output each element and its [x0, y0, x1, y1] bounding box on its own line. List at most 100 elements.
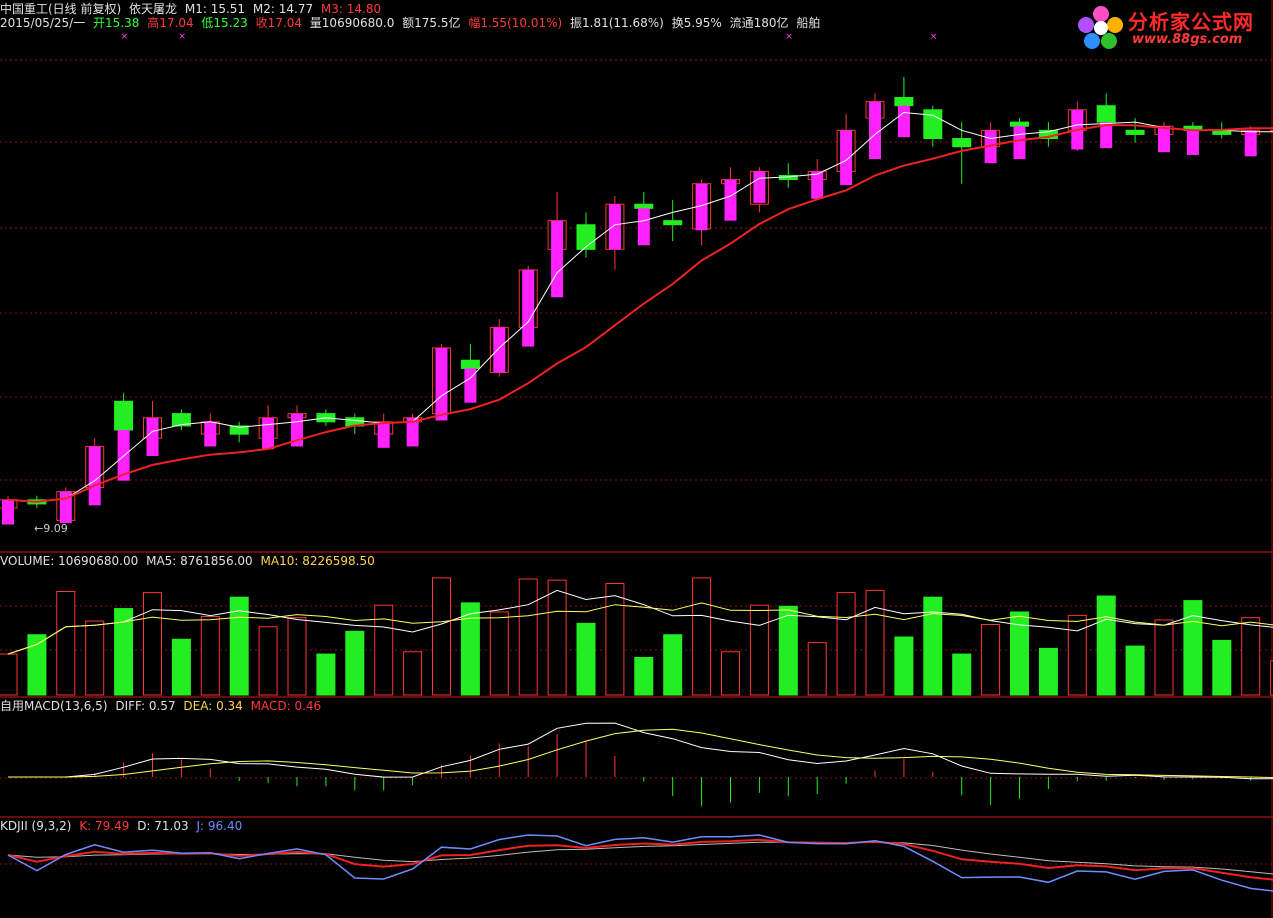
macd-header: 自用MACD(13,6,5) DIFF: 0.57 DEA: 0.34 MACD…: [0, 698, 325, 714]
signal-bar: [493, 327, 506, 373]
j-label: J: 96.40: [196, 819, 243, 833]
signal-marker: ×: [178, 32, 186, 42]
volume-bar: [432, 577, 451, 696]
diff-label: DIFF: 0.57: [115, 699, 176, 713]
volume-value: 量10690680.0: [309, 16, 395, 30]
volume-bar: [143, 592, 162, 696]
signal-bar: [88, 446, 101, 506]
signal-bar: [1186, 130, 1199, 155]
volume-bar: [1067, 614, 1087, 696]
volume-bar: [692, 577, 712, 696]
signal-bar: [522, 269, 535, 347]
volume-bar: [1212, 639, 1232, 696]
signal-bar: [377, 421, 390, 448]
candle-body: [634, 203, 654, 209]
vol-ma5-label: MA5: 8761856.00: [146, 554, 253, 568]
signal-bar: [897, 105, 910, 138]
volume-header: VOLUME: 10690680.00 MA5: 8761856.00 MA10…: [0, 553, 379, 569]
candle-body: [460, 359, 480, 369]
candle-body: [1010, 121, 1029, 127]
candle-body: [1125, 129, 1145, 135]
stock-chart[interactable]: × × × ×: [0, 0, 1273, 918]
volume-bar: [287, 617, 307, 696]
flower-icon: [1078, 6, 1123, 49]
volume-bar: [403, 651, 423, 696]
signal-bar: [840, 130, 853, 186]
signal-bar: [551, 220, 564, 298]
high-value: 高17.04: [147, 16, 194, 30]
candle-body: [576, 224, 596, 250]
sector-value: 船舶: [796, 16, 821, 30]
volume-bar: [952, 653, 972, 696]
min-price-label: ←9.09: [34, 522, 68, 535]
candle-body: [114, 400, 134, 431]
price-header-row-2: 2015/05/25/一 开15.38 高17.04 低15.23 收17.04…: [0, 15, 824, 31]
low-value: 低15.23: [201, 16, 248, 30]
volume-bar: [460, 602, 480, 696]
volume-bar: [807, 642, 827, 696]
candle-body: [923, 109, 943, 140]
signal-bar: [146, 417, 159, 457]
signal-bar: [608, 204, 621, 250]
volume-bar: [576, 622, 596, 696]
volume-bar: [345, 630, 365, 696]
signal-marker: ×: [121, 32, 129, 42]
volume-bar: [778, 605, 798, 696]
volume-bar: [518, 578, 538, 696]
m1-value: M1: 15.51: [184, 2, 246, 16]
kdj-header: KDJII (9,3,2) K: 79.49 D: 71.03 J: 96.40: [0, 818, 246, 834]
volume-bar: [85, 620, 105, 696]
vol-ma10-label: MA10: 8226598.50: [260, 554, 375, 568]
m3-value: M3: 14.80: [320, 2, 382, 16]
date-label: 2015/05/25/一: [0, 16, 86, 30]
volume-bar: [865, 589, 885, 696]
amplitude-value: 振1.81(11.68%): [570, 16, 664, 30]
ma-long-line: [7, 123, 1273, 503]
macd-diff-line: [8, 722, 1273, 780]
amount-value: 额175.5亿: [402, 16, 461, 30]
volume-bar: [56, 591, 76, 696]
volume-bar: [1241, 617, 1261, 696]
volume-bar: [200, 616, 220, 696]
volume-bar: [605, 583, 625, 696]
logo-url: www.88gs.com: [1132, 32, 1243, 47]
volume-bar: [634, 656, 654, 696]
candle-body: [894, 96, 914, 107]
signal-bar: [1158, 126, 1170, 153]
m2-value: M2: 14.77: [252, 2, 314, 16]
volume-label: VOLUME: 10690680.00: [0, 554, 139, 568]
volume-bar: [0, 653, 18, 696]
macd-name: 自用MACD(13,6,5): [0, 699, 108, 713]
signal-marker: ×: [785, 32, 793, 42]
volume-bar: [258, 626, 278, 696]
volume-bar: [547, 579, 567, 696]
signal-bar: [724, 179, 737, 221]
volume-bar: [1154, 619, 1174, 696]
volume-bar: [27, 634, 47, 696]
site-logo: 分析家公式网 www.88gs.com: [1076, 2, 1268, 52]
open-value: 开15.38: [93, 16, 140, 30]
macd-dea-line: [8, 728, 1273, 779]
ma-short-line: [7, 111, 1273, 503]
k-label: K: 79.49: [79, 819, 130, 833]
volume-bar: [749, 604, 769, 696]
signal-bar: [435, 347, 448, 421]
volume-bar: [981, 623, 1001, 696]
volume-bar: [171, 638, 191, 696]
volume-bar: [1096, 595, 1116, 696]
signal-bar: [262, 417, 275, 450]
macd-value-label: MACD: 0.46: [250, 699, 322, 713]
volume-bar: [1125, 645, 1145, 696]
volume-bar: [836, 592, 856, 696]
close-value: 收17.04: [255, 16, 302, 30]
dea-label: DEA: 0.34: [183, 699, 243, 713]
volume-bar: [316, 653, 336, 696]
signal-bar: [2, 499, 14, 525]
signal-bar: [869, 101, 881, 160]
candle-body: [1096, 105, 1116, 123]
logo-text: 分析家公式网: [1128, 10, 1254, 34]
formula-name: 依天屠龙: [129, 2, 178, 16]
turnover-value: 换5.95%: [671, 16, 722, 30]
signal-marker: ×: [930, 32, 938, 42]
signal-bar: [637, 208, 650, 246]
